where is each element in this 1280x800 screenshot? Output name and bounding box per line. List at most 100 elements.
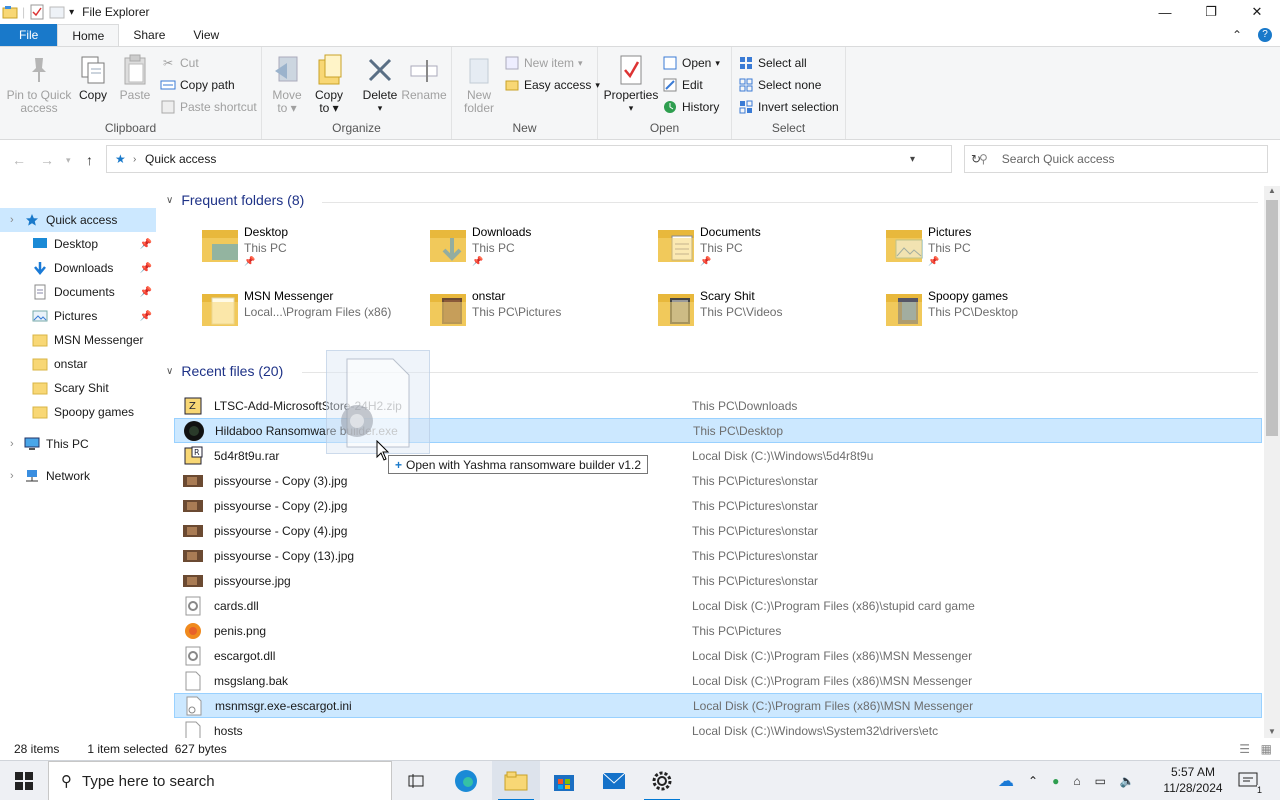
large-icons-view-icon[interactable]: ▦ <box>1261 742 1272 756</box>
sidebar-item-msn-messenger[interactable]: MSN Messenger <box>0 328 156 352</box>
paste-shortcut-button[interactable]: Paste shortcut <box>160 99 257 115</box>
edit-button[interactable]: Edit <box>662 77 703 93</box>
tab-view[interactable]: View <box>179 24 233 46</box>
open-button[interactable]: Open ▾ <box>662 55 720 71</box>
volume-icon[interactable]: 🔈 <box>1120 774 1135 788</box>
expand-chevron-icon[interactable]: › <box>10 470 14 482</box>
sidebar-item-network[interactable]: › Network <box>0 464 156 488</box>
paste-button[interactable]: Paste <box>118 53 152 102</box>
settings-gear-icon[interactable] <box>638 761 686 800</box>
frequent-folders-header[interactable]: ∨ Frequent folders (8) <box>166 192 304 208</box>
breadcrumb[interactable]: Quick access <box>145 152 216 166</box>
tab-share[interactable]: Share <box>119 24 179 46</box>
file-row[interactable]: pissyourse - Copy (4).jpg This PC\Picture… <box>174 518 1262 543</box>
file-row[interactable]: pissyourse - Copy (2).jpg This PC\Picture… <box>174 493 1262 518</box>
file-explorer-taskbar-icon[interactable] <box>492 761 540 800</box>
recent-locations-icon[interactable]: ▾ <box>66 155 71 166</box>
sidebar-item-onstar[interactable]: onstar <box>0 352 156 376</box>
expand-chevron-icon[interactable]: › <box>10 214 14 226</box>
mail-icon[interactable] <box>590 761 638 800</box>
new-folder-button[interactable]: New folder <box>460 53 498 115</box>
people-icon[interactable]: ● <box>1052 774 1059 788</box>
notification-center-icon[interactable]: 1 <box>1228 761 1268 800</box>
folder-tile-pictures[interactable]: Pictures This PC 📌 <box>882 222 1092 278</box>
move-to-button[interactable]: Move to ▾ <box>270 53 304 115</box>
task-view-icon[interactable] <box>392 761 440 800</box>
scroll-down-icon[interactable]: ▼ <box>1268 727 1276 736</box>
copy-path-button[interactable]: Copy path <box>160 77 235 93</box>
expand-chevron-icon[interactable]: › <box>10 438 14 450</box>
sidebar-item-pictures[interactable]: Pictures 📌 <box>0 304 156 328</box>
delete-button[interactable]: Delete ▾ <box>360 53 400 115</box>
qat-dropdown-icon[interactable]: ▾ <box>69 7 74 18</box>
file-row[interactable]: penis.png This PC\Pictures <box>174 618 1262 643</box>
tab-file[interactable]: File <box>0 24 58 46</box>
file-row[interactable]: pissyourse - Copy (13).jpg This PC\Pictur… <box>174 543 1262 568</box>
weather-icon[interactable]: ☁ <box>998 771 1014 791</box>
show-hidden-icons-icon[interactable]: ⌃ <box>1028 774 1038 788</box>
scrollbar-thumb[interactable] <box>1266 200 1278 436</box>
new-folder-qat-icon[interactable] <box>49 4 65 20</box>
file-row[interactable]: pissyourse - Copy (3).jpg This PC\Picture… <box>174 468 1262 493</box>
file-row[interactable]: escargot.dll Local Disk (C:)\Program File… <box>174 643 1262 668</box>
store-icon[interactable] <box>540 761 588 800</box>
address-bar[interactable]: ★ › Quick access ▾ ↻ <box>106 145 981 173</box>
minimize-button[interactable]: — <box>1142 0 1188 24</box>
pin-to-quick-access-button[interactable]: Pin to Quick access <box>6 53 72 115</box>
back-arrow-icon[interactable]: ← <box>12 152 26 168</box>
folder-tile-spoopy-games[interactable]: Spoopy games This PC\Desktop <box>882 286 1092 342</box>
sidebar-item-quick-access[interactable]: › Quick access <box>0 208 156 232</box>
copy-button[interactable]: Copy <box>76 53 110 102</box>
history-button[interactable]: History <box>662 99 719 115</box>
tab-home[interactable]: Home <box>57 24 120 46</box>
folder-tile-msn-messenger[interactable]: MSN Messenger Local...\Program Files (x86… <box>198 286 408 342</box>
folder-tile-scary-shit[interactable]: Scary Shit This PC\Videos <box>654 286 864 342</box>
sidebar-item-downloads[interactable]: Downloads 📌 <box>0 256 156 280</box>
search-box[interactable]: ⚲ Search Quick access <box>964 145 1268 173</box>
clock[interactable]: 5:57 AM 11/28/2024 <box>1162 764 1224 796</box>
start-button[interactable] <box>0 761 48 800</box>
search-input[interactable]: Search Quick access <box>1002 152 1115 166</box>
up-arrow-icon[interactable]: ↑ <box>86 152 93 168</box>
sidebar-item-scary-shit[interactable]: Scary Shit <box>0 376 156 400</box>
select-none-button[interactable]: Select none <box>738 77 821 93</box>
file-row[interactable]: hosts Local Disk (C:)\Windows\System32\dr… <box>174 718 1262 738</box>
properties-qat-icon[interactable] <box>29 4 45 20</box>
folder-tile-documents[interactable]: Documents This PC 📌 <box>654 222 864 278</box>
cut-button[interactable]: ✂ Cut <box>160 55 199 71</box>
file-row[interactable]: cards.dll Local Disk (C:)\Program Files (… <box>174 593 1262 618</box>
scroll-up-icon[interactable]: ▲ <box>1268 186 1276 195</box>
vertical-scrollbar[interactable]: ▲ ▼ <box>1264 186 1280 738</box>
sidebar-item-spoopy-games[interactable]: Spoopy games <box>0 400 156 424</box>
rename-button[interactable]: Rename <box>401 53 447 102</box>
sidebar-item-documents[interactable]: Documents 📌 <box>0 280 156 304</box>
recent-files-header[interactable]: ∨ Recent files (20) <box>166 363 283 379</box>
folder-tile-downloads[interactable]: Downloads This PC 📌 <box>426 222 636 278</box>
sidebar-item-desktop[interactable]: Desktop 📌 <box>0 232 156 256</box>
maximize-button[interactable]: ❐ <box>1188 0 1234 24</box>
easy-access-button[interactable]: Easy access ▾ <box>504 77 600 93</box>
edge-icon[interactable] <box>442 761 490 800</box>
forward-arrow-icon[interactable]: → <box>40 152 54 168</box>
properties-button[interactable]: Properties ▾ <box>604 53 658 115</box>
new-item-button[interactable]: New item ▾ <box>504 55 583 71</box>
select-all-button[interactable]: Select all <box>738 55 807 71</box>
taskbar-search[interactable]: ⚲ Type here to search <box>48 761 392 800</box>
file-row[interactable]: msnmsgr.exe-escargot.ini Local Disk (C:)\… <box>174 693 1262 718</box>
breadcrumb-chevron-icon[interactable]: › <box>133 154 136 165</box>
collapse-ribbon-icon[interactable]: ⌃ <box>1232 28 1242 42</box>
copy-to-button[interactable]: Copy to ▾ <box>312 53 346 115</box>
close-button[interactable]: ✕ <box>1234 0 1280 24</box>
device-icon[interactable]: ⌂ <box>1073 774 1080 788</box>
details-view-icon[interactable]: ☰ <box>1239 742 1250 756</box>
folder-tile-desktop[interactable]: Desktop This PC 📌 <box>198 222 408 278</box>
network-tray-icon[interactable]: ▭ <box>1095 774 1106 788</box>
invert-selection-button[interactable]: Invert selection <box>738 99 839 115</box>
file-row[interactable]: pissyourse.jpg This PC\Pictures\onstar <box>174 568 1262 593</box>
taskbar-search-input[interactable]: Type here to search <box>82 773 215 790</box>
sidebar-item-this-pc[interactable]: › This PC <box>0 432 156 456</box>
folder-tile-onstar[interactable]: onstar This PC\Pictures <box>426 286 636 342</box>
address-dropdown-icon[interactable]: ▾ <box>910 154 915 165</box>
file-row[interactable]: msgslang.bak Local Disk (C:)\Program File… <box>174 668 1262 693</box>
help-icon[interactable]: ? <box>1258 28 1272 42</box>
